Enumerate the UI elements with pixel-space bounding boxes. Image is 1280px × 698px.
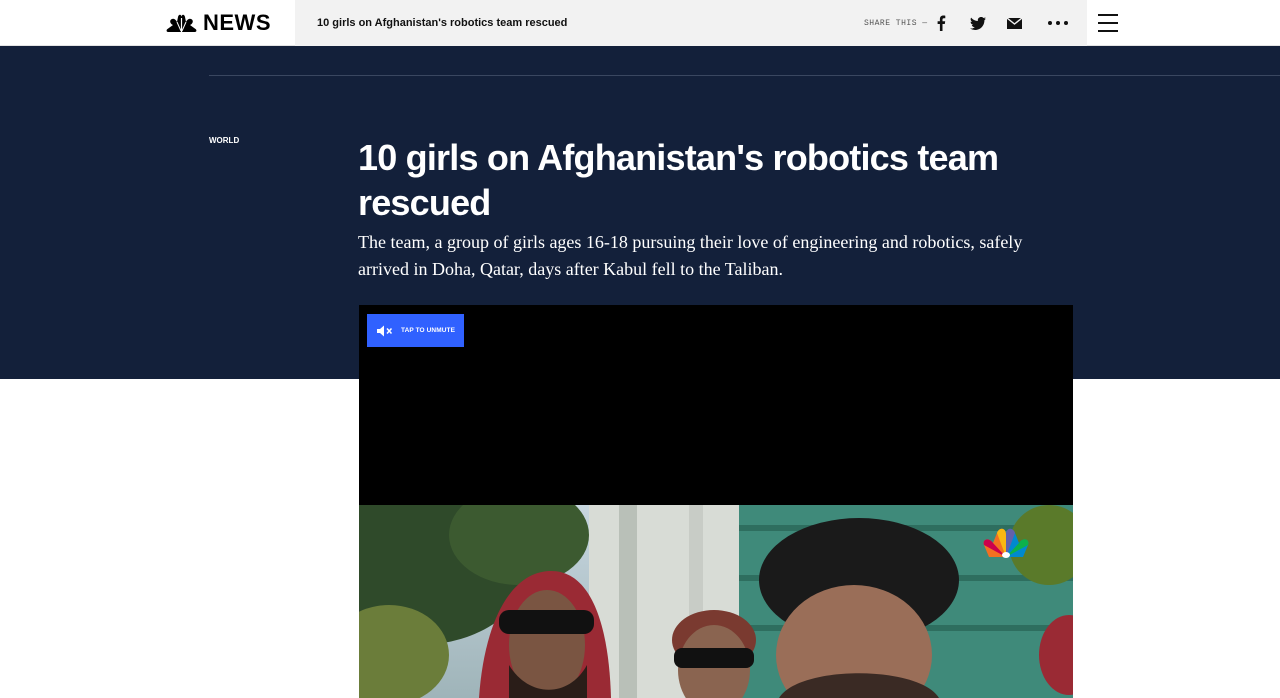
video-player[interactable]: TAP TO UNMUTE [359,305,1073,698]
article-dek: The team, a group of girls ages 16-18 pu… [358,232,1023,279]
facebook-icon[interactable] [932,14,950,32]
video-scene [359,505,1073,698]
muted-speaker-icon [377,325,393,336]
video-frame-image [359,505,1073,698]
section-label[interactable]: WORLD [209,136,239,145]
share-label: SHARE THIS — [864,19,928,28]
more-icon[interactable] [1047,14,1069,32]
brand-wordmark: NEWS [203,10,271,35]
nbc-peacock-logo-icon [166,14,197,32]
unmute-label: TAP TO UNMUTE [401,327,456,334]
nbc-peacock-icon [983,528,1029,558]
tap-to-unmute-button[interactable]: TAP TO UNMUTE [367,314,464,347]
article-headline: 10 girls on Afghanistan's robotics team … [358,137,999,223]
email-icon[interactable] [1005,14,1023,32]
twitter-icon[interactable] [969,14,987,32]
nbc-news-logo[interactable]: NEWS [166,10,271,35]
sticky-article-bar: 10 girls on Afghanistan's robotics team … [295,0,1087,46]
hamburger-menu-icon[interactable] [1098,14,1118,32]
sticky-article-title: 10 girls on Afghanistan's robotics team … [317,17,568,29]
top-navigation-bar: NEWS 10 girls on Afghanistan's robotics … [0,0,1280,46]
hero-divider [209,75,1280,76]
